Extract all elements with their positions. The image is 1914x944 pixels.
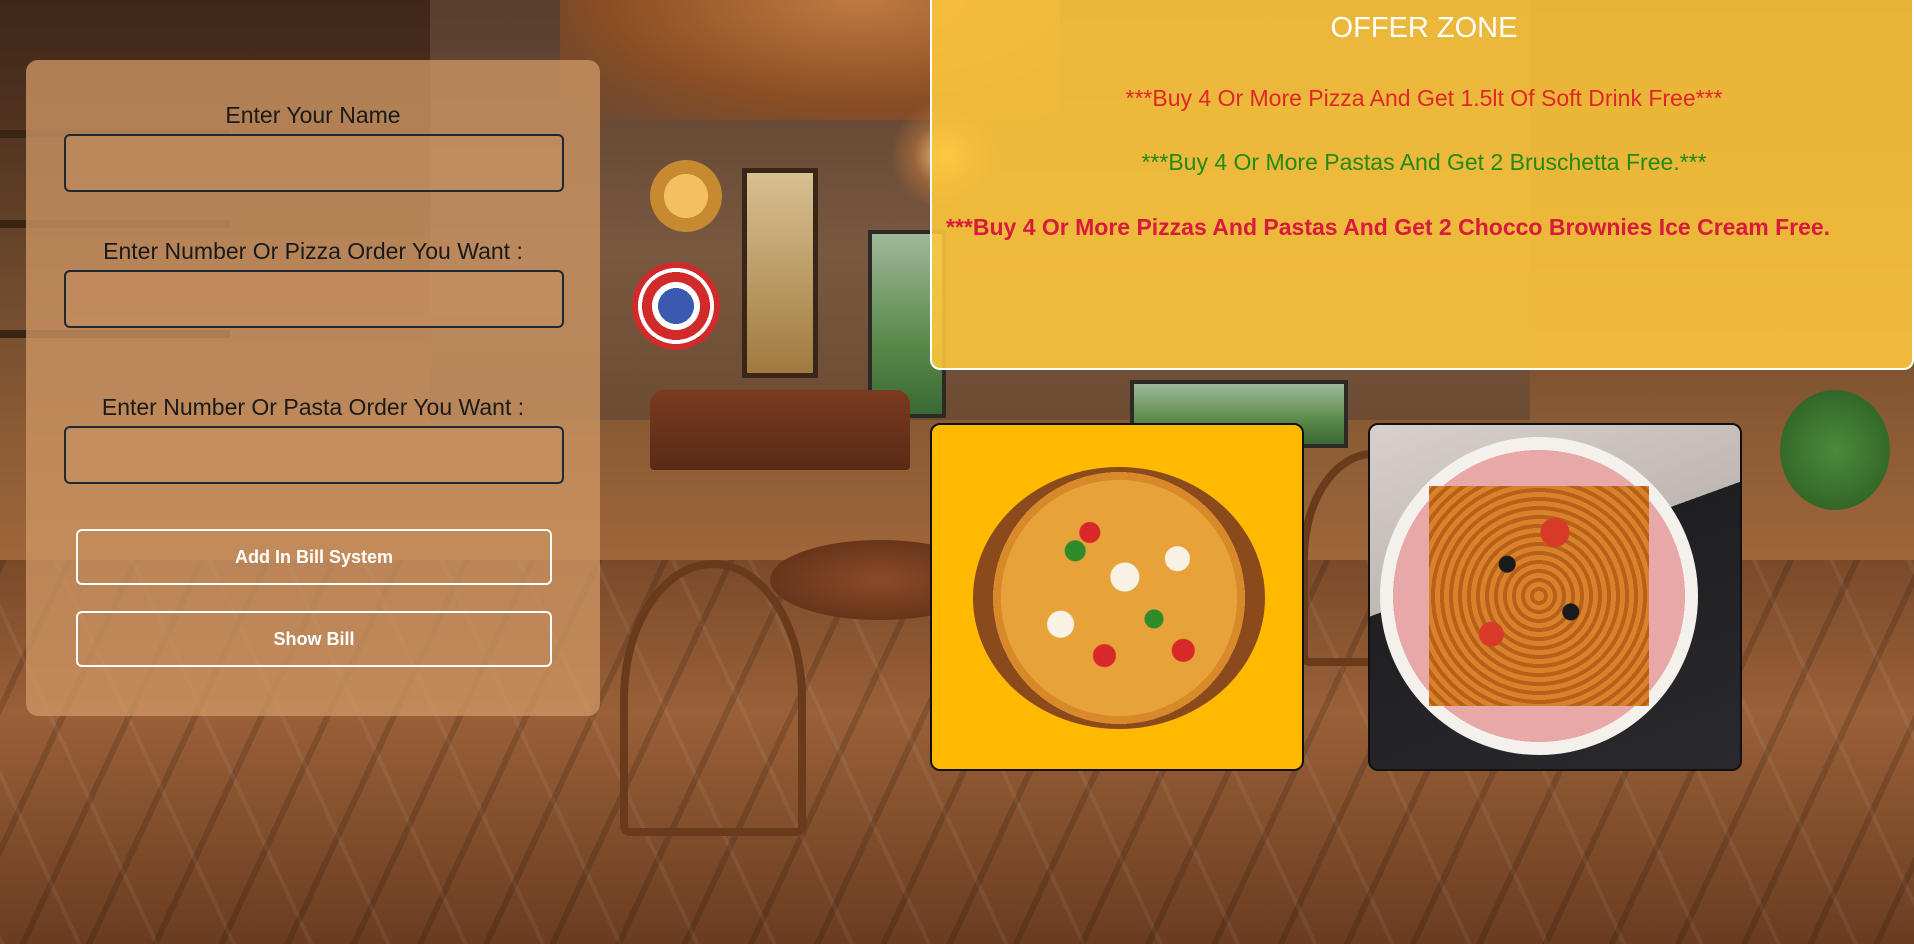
pizza-count-label: Enter Number Or Pizza Order You Want : — [103, 238, 523, 264]
pizza-image — [973, 467, 1265, 729]
pizza-count-input[interactable] — [64, 270, 564, 328]
add-in-bill-button[interactable]: Add In Bill System — [76, 529, 552, 585]
offer-combo-text: ***Buy 4 Or More Pizzas And Pastas And G… — [946, 214, 1831, 240]
background-plant — [1780, 390, 1890, 510]
offer-pizza-text: ***Buy 4 Or More Pizza And Get 1.5lt Of … — [1125, 85, 1723, 111]
offer-pasta-text: ***Buy 4 Or More Pastas And Get 2 Brusch… — [1141, 149, 1707, 175]
offer-zone-title: OFFER ZONE — [1330, 12, 1518, 44]
background-poster — [742, 168, 818, 378]
background-shield — [632, 262, 720, 350]
pasta-card — [1368, 423, 1742, 771]
pasta-count-input[interactable] — [64, 426, 564, 484]
name-label: Enter Your Name — [225, 102, 401, 128]
background-wall-plate — [650, 160, 722, 232]
order-form-panel: Enter Your Name Enter Number Or Pizza Or… — [26, 60, 600, 716]
show-bill-button[interactable]: Show Bill — [76, 611, 552, 667]
background-sofa — [650, 390, 910, 470]
offer-zone-panel: OFFER ZONE ***Buy 4 Or More Pizza And Ge… — [930, 0, 1914, 370]
pasta-image — [1380, 437, 1698, 755]
background-chair — [620, 560, 806, 836]
pizza-card — [930, 423, 1304, 771]
name-input[interactable] — [64, 134, 564, 192]
pasta-count-label: Enter Number Or Pasta Order You Want : — [101, 394, 525, 420]
